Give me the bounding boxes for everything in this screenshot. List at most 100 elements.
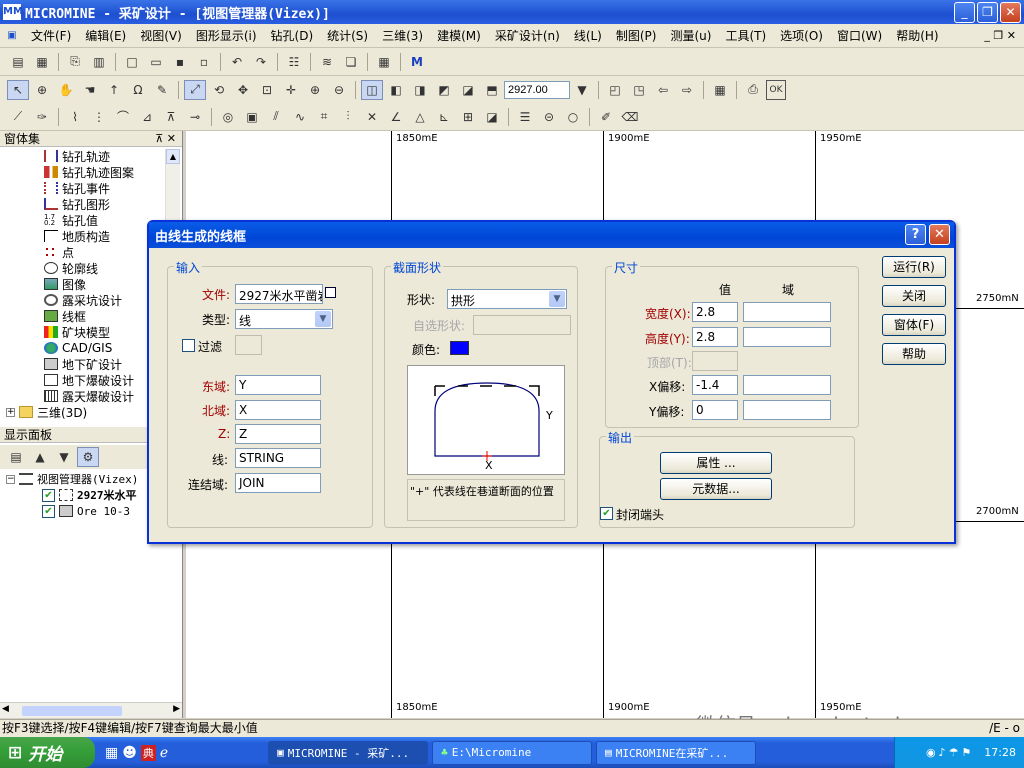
form-set-icon[interactable]: ▦	[31, 52, 53, 72]
page-back-icon[interactable]: ◰	[604, 80, 626, 100]
quick-launch-ie-icon[interactable]: ℯ	[160, 745, 168, 761]
plan-view-icon[interactable]: ◫	[361, 79, 383, 100]
filter-checkbox[interactable]	[182, 339, 195, 352]
save-icon[interactable]: ▪	[169, 52, 191, 72]
menu-options[interactable]: 选项(O)	[773, 27, 830, 44]
task-document[interactable]: ▤ MICROMINE在采矿...	[596, 740, 757, 765]
elevation-dropdown-icon[interactable]: ▼	[571, 80, 593, 100]
measure-icon[interactable]: ⊾	[433, 107, 455, 127]
color-swatch[interactable]	[450, 341, 469, 355]
split-icon[interactable]: ⊿	[136, 107, 158, 127]
y-offset-field[interactable]: 0	[692, 400, 738, 420]
panel-pin-close[interactable]: ⊼ ✕	[155, 131, 176, 147]
y-offset-field-field[interactable]	[743, 400, 831, 420]
stack-tool-icon[interactable]: ☰	[514, 107, 536, 127]
join-icon[interactable]: ⊼	[160, 107, 182, 127]
metadata-button[interactable]: 元数据...	[660, 478, 772, 500]
trim-icon[interactable]: ⫶	[337, 107, 359, 127]
task-explorer[interactable]: ♣ E:\Micromine	[432, 740, 593, 765]
section-north-icon[interactable]: ◩	[433, 80, 455, 100]
grid-tool-icon[interactable]: ⊞	[457, 107, 479, 127]
file-field[interactable]: 2927米水平凿岩	[235, 284, 323, 304]
menu-drillhole[interactable]: 钻孔(D)	[264, 27, 321, 44]
annotate-icon[interactable]: ✐	[595, 107, 617, 127]
new-file-icon[interactable]: □	[121, 52, 143, 72]
menu-line[interactable]: 线(L)	[567, 27, 609, 44]
circle-icon[interactable]: ◎	[217, 107, 239, 127]
eraser-icon[interactable]: ⌫	[619, 107, 641, 127]
east-field[interactable]: Y	[235, 375, 321, 395]
ellipse-icon[interactable]: ○	[562, 107, 584, 127]
open-file-icon[interactable]: ▭	[145, 52, 167, 72]
cylinder-icon[interactable]: ⊝	[538, 107, 560, 127]
save-all-icon[interactable]: ▫	[193, 52, 215, 72]
help-button[interactable]: 帮助	[882, 343, 946, 365]
width-field-field[interactable]	[743, 302, 831, 322]
display-root[interactable]: − 视图管理器(Vizex)	[6, 471, 138, 487]
zoom-box-icon[interactable]: ⊡	[256, 80, 278, 100]
form-button[interactable]: 窗体(F)	[882, 314, 946, 336]
task-micromine[interactable]: ▣ MICROMINE - 采矿...	[268, 740, 429, 765]
properties-icon[interactable]: ☷	[283, 52, 305, 72]
tree-item-ug-blast[interactable]: 地下爆破设计	[44, 372, 134, 388]
zoom-out-icon[interactable]: ⊖	[328, 80, 350, 100]
select-arrow-icon[interactable]: ↖	[7, 79, 29, 100]
menu-plot[interactable]: 制图(P)	[609, 27, 664, 44]
scroll-left-icon[interactable]: ◀	[2, 704, 9, 714]
scroll-thumb[interactable]	[22, 706, 122, 716]
snap-icon[interactable]: ⌇	[64, 107, 86, 127]
layer-add-icon[interactable]: ▤	[5, 447, 27, 467]
stack-icon[interactable]: ❏	[340, 52, 362, 72]
tree-item-block-model[interactable]: 矿块模型	[44, 324, 110, 340]
tree-item-drillhole-graph[interactable]: 钻孔图形	[44, 196, 110, 212]
pencil-icon[interactable]: ✎	[151, 80, 173, 100]
width-value-field[interactable]: 2.8	[692, 302, 738, 322]
macro-icon[interactable]: M	[406, 52, 428, 72]
height-field-field[interactable]	[743, 327, 831, 347]
clip-icon[interactable]: ⌗	[313, 107, 335, 127]
section-custom-icon[interactable]: ◪	[457, 80, 479, 100]
undo-icon[interactable]: ↶	[226, 52, 248, 72]
tree-item-drillhole-pattern[interactable]: 钻孔轨迹图案	[44, 164, 134, 180]
line-field[interactable]: STRING	[235, 448, 321, 468]
layer-2-checkbox[interactable]: ✔	[42, 504, 55, 518]
expand-icon[interactable]: +	[6, 407, 15, 417]
pan-icon[interactable]: ✋	[55, 80, 77, 100]
shape-combo[interactable]: 拱形 ▼	[447, 289, 567, 309]
node-icon[interactable]: ⋮	[88, 107, 110, 127]
tree-group-3d[interactable]: + 三维(3D)	[6, 404, 87, 420]
tree-item-image[interactable]: 图像	[44, 276, 86, 292]
print-icon[interactable]: ⎙	[742, 80, 764, 100]
scroll-up-icon[interactable]: ▲	[166, 149, 180, 164]
menu-help[interactable]: 帮助(H)	[889, 27, 945, 44]
z-field[interactable]: Z	[235, 424, 321, 444]
tree-item-op-blast[interactable]: 露天爆破设计	[44, 388, 134, 404]
elevation-input[interactable]	[504, 80, 570, 99]
tree-item-wireframe[interactable]: 线框	[44, 308, 86, 324]
tree-item-points[interactable]: 点	[44, 244, 74, 260]
arrow-left-icon[interactable]: ⇦	[652, 80, 674, 100]
dialog-help-icon[interactable]: ?	[905, 224, 926, 245]
menu-survey[interactable]: 测量(u)	[663, 27, 718, 44]
zoom-in-icon[interactable]: ⊕	[304, 80, 326, 100]
menu-modelling[interactable]: 建模(M)	[430, 27, 488, 44]
cross-icon[interactable]: ✕	[361, 107, 383, 127]
angle-icon[interactable]: ∠	[385, 107, 407, 127]
x-offset-field-field[interactable]	[743, 375, 831, 395]
start-button[interactable]: ⊞ 开始	[0, 737, 95, 768]
edit-line-icon[interactable]: ✑	[31, 107, 53, 127]
center-icon[interactable]: ✥	[232, 80, 254, 100]
display-layer-1[interactable]: ✔ 2927米水平	[42, 487, 137, 503]
menu-stats[interactable]: 统计(S)	[320, 27, 375, 44]
window-list-icon[interactable]: ▤	[7, 52, 29, 72]
grab-icon[interactable]: ☚	[79, 80, 101, 100]
menu-mine-design[interactable]: 采矿设计(n)	[488, 27, 567, 44]
section-east-icon[interactable]: ◨	[409, 80, 431, 100]
menu-file[interactable]: 文件(F)	[24, 27, 78, 44]
scroll-right-icon[interactable]: ▶	[173, 704, 180, 714]
layer-props-icon[interactable]: ⚙	[77, 447, 99, 467]
join-field[interactable]: JOIN	[235, 473, 321, 493]
run-button[interactable]: 运行(R)	[882, 256, 946, 278]
layers-icon[interactable]: ≋	[316, 52, 338, 72]
display-layer-2[interactable]: ✔ Ore 10-3	[42, 503, 130, 519]
